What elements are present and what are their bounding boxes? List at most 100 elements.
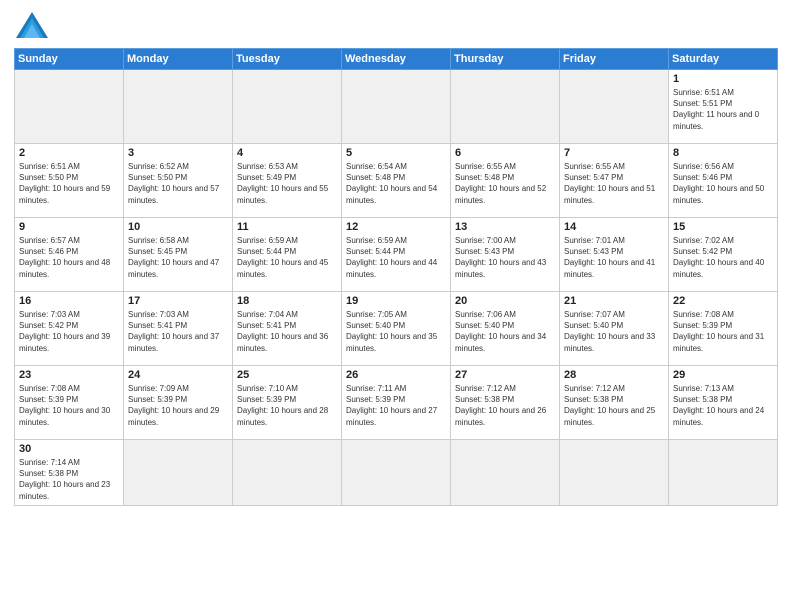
day-number: 12 bbox=[346, 221, 446, 233]
calendar-cell: 28 Sunrise: 7:12 AM Sunset: 5:38 PM Dayli… bbox=[560, 366, 669, 440]
day-number: 14 bbox=[564, 221, 664, 233]
weekday-header-row: SundayMondayTuesdayWednesdayThursdayFrid… bbox=[15, 49, 778, 70]
day-info: Sunrise: 7:03 AM Sunset: 5:42 PM Dayligh… bbox=[19, 309, 119, 354]
day-info: Sunrise: 7:05 AM Sunset: 5:40 PM Dayligh… bbox=[346, 309, 446, 354]
day-info: Sunrise: 7:06 AM Sunset: 5:40 PM Dayligh… bbox=[455, 309, 555, 354]
calendar-cell bbox=[233, 440, 342, 506]
day-number: 4 bbox=[237, 147, 337, 159]
day-info: Sunrise: 6:52 AM Sunset: 5:50 PM Dayligh… bbox=[128, 161, 228, 206]
day-info: Sunrise: 7:00 AM Sunset: 5:43 PM Dayligh… bbox=[455, 235, 555, 280]
day-number: 11 bbox=[237, 221, 337, 233]
calendar-cell: 17 Sunrise: 7:03 AM Sunset: 5:41 PM Dayli… bbox=[124, 292, 233, 366]
weekday-header-sunday: Sunday bbox=[15, 49, 124, 70]
day-number: 7 bbox=[564, 147, 664, 159]
calendar-cell bbox=[451, 70, 560, 144]
weekday-header-saturday: Saturday bbox=[669, 49, 778, 70]
calendar: SundayMondayTuesdayWednesdayThursdayFrid… bbox=[14, 48, 778, 506]
day-info: Sunrise: 6:59 AM Sunset: 5:44 PM Dayligh… bbox=[346, 235, 446, 280]
day-info: Sunrise: 7:04 AM Sunset: 5:41 PM Dayligh… bbox=[237, 309, 337, 354]
calendar-cell: 8 Sunrise: 6:56 AM Sunset: 5:46 PM Daylig… bbox=[669, 144, 778, 218]
day-info: Sunrise: 6:56 AM Sunset: 5:46 PM Dayligh… bbox=[673, 161, 773, 206]
day-info: Sunrise: 7:14 AM Sunset: 5:38 PM Dayligh… bbox=[19, 457, 119, 502]
day-info: Sunrise: 7:01 AM Sunset: 5:43 PM Dayligh… bbox=[564, 235, 664, 280]
day-number: 13 bbox=[455, 221, 555, 233]
day-number: 3 bbox=[128, 147, 228, 159]
calendar-cell: 30Sunrise: 7:14 AM Sunset: 5:38 PM Dayli… bbox=[15, 440, 124, 506]
calendar-row-3: 9Sunrise: 6:57 AM Sunset: 5:46 PM Daylig… bbox=[15, 218, 778, 292]
day-info: Sunrise: 7:02 AM Sunset: 5:42 PM Dayligh… bbox=[673, 235, 773, 280]
calendar-cell: 1Sunrise: 6:51 AM Sunset: 5:51 PM Daylig… bbox=[669, 70, 778, 144]
day-info: Sunrise: 6:55 AM Sunset: 5:47 PM Dayligh… bbox=[564, 161, 664, 206]
calendar-cell: 10Sunrise: 6:58 AM Sunset: 5:45 PM Dayli… bbox=[124, 218, 233, 292]
calendar-cell: 11 Sunrise: 6:59 AM Sunset: 5:44 PM Dayli… bbox=[233, 218, 342, 292]
day-number: 18 bbox=[237, 295, 337, 307]
calendar-cell bbox=[342, 440, 451, 506]
calendar-row-5: 23 Sunrise: 7:08 AM Sunset: 5:39 PM Dayli… bbox=[15, 366, 778, 440]
calendar-cell: 24 Sunrise: 7:09 AM Sunset: 5:39 PM Dayli… bbox=[124, 366, 233, 440]
day-number: 27 bbox=[455, 369, 555, 381]
day-number: 1 bbox=[673, 73, 773, 85]
calendar-cell: 19 Sunrise: 7:05 AM Sunset: 5:40 PM Dayli… bbox=[342, 292, 451, 366]
calendar-cell: 4Sunrise: 6:53 AM Sunset: 5:49 PM Daylig… bbox=[233, 144, 342, 218]
weekday-header-monday: Monday bbox=[124, 49, 233, 70]
day-number: 17 bbox=[128, 295, 228, 307]
calendar-cell: 22Sunrise: 7:08 AM Sunset: 5:39 PM Dayli… bbox=[669, 292, 778, 366]
logo bbox=[14, 10, 54, 40]
weekday-header-thursday: Thursday bbox=[451, 49, 560, 70]
day-info: Sunrise: 6:57 AM Sunset: 5:46 PM Dayligh… bbox=[19, 235, 119, 280]
calendar-cell: 12 Sunrise: 6:59 AM Sunset: 5:44 PM Dayli… bbox=[342, 218, 451, 292]
calendar-cell: 6Sunrise: 6:55 AM Sunset: 5:48 PM Daylig… bbox=[451, 144, 560, 218]
calendar-cell bbox=[451, 440, 560, 506]
day-number: 29 bbox=[673, 369, 773, 381]
day-info: Sunrise: 7:08 AM Sunset: 5:39 PM Dayligh… bbox=[19, 383, 119, 428]
page: SundayMondayTuesdayWednesdayThursdayFrid… bbox=[0, 0, 792, 612]
calendar-cell: 25Sunrise: 7:10 AM Sunset: 5:39 PM Dayli… bbox=[233, 366, 342, 440]
calendar-cell: 7 Sunrise: 6:55 AM Sunset: 5:47 PM Daylig… bbox=[560, 144, 669, 218]
day-info: Sunrise: 7:03 AM Sunset: 5:41 PM Dayligh… bbox=[128, 309, 228, 354]
weekday-header-tuesday: Tuesday bbox=[233, 49, 342, 70]
header bbox=[14, 10, 778, 40]
calendar-cell: 13 Sunrise: 7:00 AM Sunset: 5:43 PM Dayli… bbox=[451, 218, 560, 292]
calendar-cell bbox=[560, 440, 669, 506]
day-number: 20 bbox=[455, 295, 555, 307]
day-number: 2 bbox=[19, 147, 119, 159]
day-number: 28 bbox=[564, 369, 664, 381]
calendar-cell: 18 Sunrise: 7:04 AM Sunset: 5:41 PM Dayli… bbox=[233, 292, 342, 366]
day-info: Sunrise: 7:11 AM Sunset: 5:39 PM Dayligh… bbox=[346, 383, 446, 428]
calendar-cell bbox=[342, 70, 451, 144]
calendar-cell: 26Sunrise: 7:11 AM Sunset: 5:39 PM Dayli… bbox=[342, 366, 451, 440]
calendar-cell bbox=[560, 70, 669, 144]
calendar-cell: 29Sunrise: 7:13 AM Sunset: 5:38 PM Dayli… bbox=[669, 366, 778, 440]
calendar-cell: 21Sunrise: 7:07 AM Sunset: 5:40 PM Dayli… bbox=[560, 292, 669, 366]
weekday-header-friday: Friday bbox=[560, 49, 669, 70]
calendar-cell: 5 Sunrise: 6:54 AM Sunset: 5:48 PM Daylig… bbox=[342, 144, 451, 218]
calendar-cell: 23 Sunrise: 7:08 AM Sunset: 5:39 PM Dayli… bbox=[15, 366, 124, 440]
day-info: Sunrise: 7:12 AM Sunset: 5:38 PM Dayligh… bbox=[455, 383, 555, 428]
calendar-cell: 16 Sunrise: 7:03 AM Sunset: 5:42 PM Dayli… bbox=[15, 292, 124, 366]
calendar-cell: 15 Sunrise: 7:02 AM Sunset: 5:42 PM Dayli… bbox=[669, 218, 778, 292]
calendar-cell bbox=[124, 70, 233, 144]
day-info: Sunrise: 7:09 AM Sunset: 5:39 PM Dayligh… bbox=[128, 383, 228, 428]
calendar-cell bbox=[124, 440, 233, 506]
day-number: 24 bbox=[128, 369, 228, 381]
day-number: 16 bbox=[19, 295, 119, 307]
day-info: Sunrise: 7:12 AM Sunset: 5:38 PM Dayligh… bbox=[564, 383, 664, 428]
day-info: Sunrise: 6:51 AM Sunset: 5:50 PM Dayligh… bbox=[19, 161, 119, 206]
day-info: Sunrise: 6:54 AM Sunset: 5:48 PM Dayligh… bbox=[346, 161, 446, 206]
calendar-cell: 2 Sunrise: 6:51 AM Sunset: 5:50 PM Daylig… bbox=[15, 144, 124, 218]
calendar-cell bbox=[233, 70, 342, 144]
day-number: 21 bbox=[564, 295, 664, 307]
day-number: 19 bbox=[346, 295, 446, 307]
calendar-cell: 27 Sunrise: 7:12 AM Sunset: 5:38 PM Dayli… bbox=[451, 366, 560, 440]
day-number: 5 bbox=[346, 147, 446, 159]
calendar-cell bbox=[15, 70, 124, 144]
day-number: 8 bbox=[673, 147, 773, 159]
day-number: 22 bbox=[673, 295, 773, 307]
day-number: 23 bbox=[19, 369, 119, 381]
calendar-row-6: 30Sunrise: 7:14 AM Sunset: 5:38 PM Dayli… bbox=[15, 440, 778, 506]
calendar-row-1: 1Sunrise: 6:51 AM Sunset: 5:51 PM Daylig… bbox=[15, 70, 778, 144]
day-number: 15 bbox=[673, 221, 773, 233]
day-info: Sunrise: 6:59 AM Sunset: 5:44 PM Dayligh… bbox=[237, 235, 337, 280]
day-number: 25 bbox=[237, 369, 337, 381]
day-info: Sunrise: 6:55 AM Sunset: 5:48 PM Dayligh… bbox=[455, 161, 555, 206]
